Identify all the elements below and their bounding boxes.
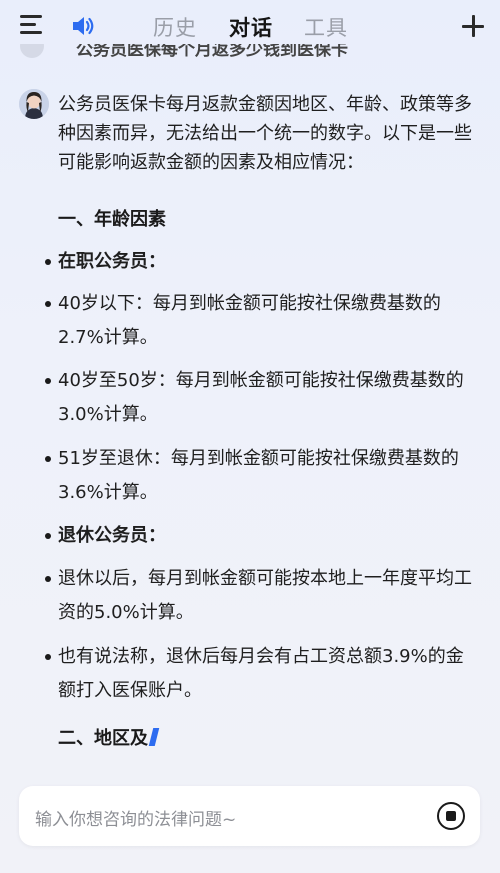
bullet-dot — [45, 576, 51, 582]
section-heading-age: 一、年龄因素 — [58, 209, 166, 230]
tab-chat[interactable]: 对话 — [229, 12, 273, 42]
assistant-avatar — [19, 89, 49, 119]
bullet-dot — [45, 456, 51, 462]
bullet-dot — [45, 533, 51, 539]
previous-user-message: 公务员医保每个月返多少钱到医保卡 — [18, 44, 488, 66]
bullet-dot — [45, 378, 51, 384]
menu-icon[interactable] — [20, 15, 42, 35]
section-heading-region: 二、地区及 — [58, 724, 160, 750]
question-input[interactable]: 输入你想咨询的法律问题~ — [19, 786, 480, 846]
list-item-retired: 退休公务员： — [58, 525, 166, 546]
tab-tools[interactable]: 工具 — [304, 12, 348, 42]
list-item-under-40: 40岁以下：每月到帐金额可能按社保缴费基数的2.7%计算。 — [58, 293, 441, 348]
user-avatar — [20, 44, 44, 58]
list-item-51-retire: 51岁至退休：每月到帐金额可能按社保缴费基数的3.6%计算。 — [58, 448, 459, 503]
list-item-in-service: 在职公务员： — [58, 251, 166, 272]
speaker-icon[interactable] — [70, 13, 96, 39]
stop-generating-button[interactable] — [437, 802, 465, 830]
list-item-another-view: 也有说法称，退休后每月会有占工资总额3.9%的金额打入医保账户。 — [58, 646, 464, 701]
bullet-dot — [45, 301, 51, 307]
plus-icon[interactable] — [462, 15, 484, 37]
stop-icon — [445, 810, 456, 821]
input-placeholder: 输入你想咨询的法律问题~ — [35, 810, 237, 830]
answer-intro: 公务员医保卡每月返款金额因地区、年龄、政策等多种因素而异，无法给出一个统一的数字… — [58, 94, 472, 173]
bullet-dot — [45, 654, 51, 660]
previous-question-text: 公务员医保每个月返多少钱到医保卡 — [76, 44, 348, 60]
section-heading-region-text: 二、地区及 — [58, 728, 148, 749]
typing-cursor — [148, 728, 160, 746]
list-item-40-50: 40岁至50岁：每月到帐金额可能按社保缴费基数的3.0%计算。 — [58, 370, 464, 425]
bullet-dot — [45, 259, 51, 265]
tab-history[interactable]: 历史 — [153, 12, 197, 42]
list-item-after-retire: 退休以后，每月到帐金额可能按本地上一年度平均工资的5.0%计算。 — [58, 568, 472, 623]
